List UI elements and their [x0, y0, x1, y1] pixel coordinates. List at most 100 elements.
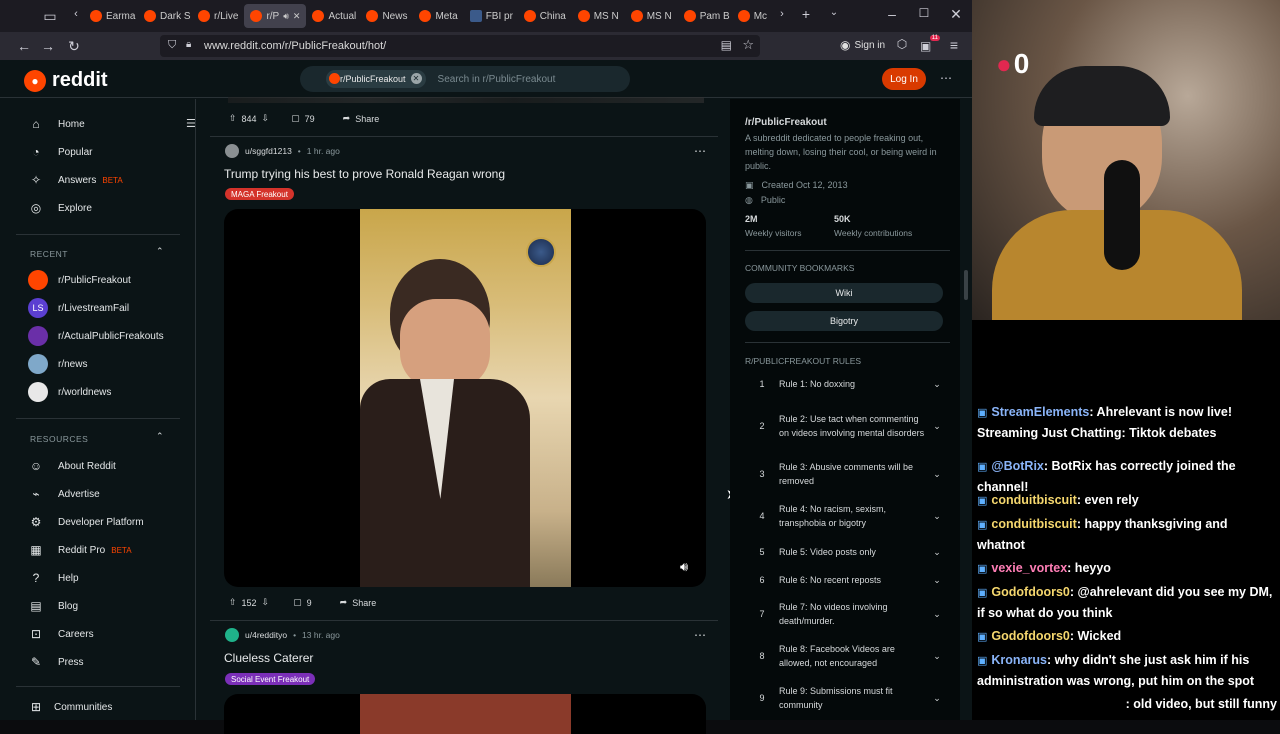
extension-badge-button[interactable]: ▣ 11 — [920, 35, 940, 53]
login-button[interactable]: Log In — [882, 68, 926, 90]
minimize-icon[interactable]: – — [882, 6, 902, 22]
chat-username[interactable]: @BotRix — [991, 459, 1043, 473]
rule-item[interactable]: 2 Rule 2: Use tact when commenting on vid… — [745, 404, 945, 448]
post2-overflow-icon[interactable]: ⋯ — [694, 628, 706, 642]
tab-scroll-left-icon[interactable]: ‹ — [66, 8, 86, 20]
maximize-icon[interactable]: ☐ — [914, 6, 934, 20]
browser-tab[interactable]: Meta — [413, 4, 463, 28]
tab-list-icon[interactable]: ▭ — [40, 8, 60, 25]
reader-view-icon[interactable]: ▤ — [721, 38, 732, 52]
resources-header[interactable]: RESOURCES — [30, 434, 88, 444]
reload-icon[interactable]: ↻ — [64, 38, 84, 55]
sidebar-item-answers[interactable]: ✧ Answers BETA — [28, 170, 123, 190]
browser-tab[interactable]: Mc — [732, 4, 773, 28]
sidebar-item-home[interactable]: ⌂ Home — [28, 114, 84, 134]
post1-flair[interactable]: MAGA Freakout — [225, 188, 294, 200]
reddit-logo[interactable]: ● reddit — [24, 69, 108, 92]
resource-link[interactable]: ⌁ Advertise — [28, 484, 99, 504]
chevron-down-icon[interactable]: ⌄ — [929, 609, 945, 620]
post1-title[interactable]: Trump trying his best to prove Ronald Re… — [224, 167, 505, 181]
post1-overflow-icon[interactable]: ⋯ — [694, 144, 706, 158]
recent-community[interactable]: r/worldnews — [28, 382, 111, 402]
browser-tab[interactable]: China — [518, 4, 572, 28]
extensions-icon[interactable]: ⬡ — [892, 37, 912, 51]
recent-collapse-icon[interactable]: ⌃ — [156, 246, 164, 257]
upvote-icon[interactable]: ⇧ — [229, 113, 237, 124]
sidebar-item-popular[interactable]: ◔ Popular — [28, 142, 92, 162]
app-menu-icon[interactable]: ≡ — [944, 37, 964, 53]
rule-item[interactable]: 8 Rule 8: Facebook Videos are allowed, no… — [745, 642, 945, 670]
chat-username[interactable]: conduitbiscuit — [991, 493, 1076, 507]
post1-share-button[interactable]: ➦ Share — [340, 597, 377, 608]
post2-username[interactable]: u/4reddityo — [245, 630, 287, 640]
rule-item[interactable]: 4 Rule 4: No racism, sexism, transphobia … — [745, 502, 945, 530]
browser-tab[interactable]: r/P 🔊︎ ✕ — [244, 4, 307, 28]
post2-media[interactable] — [224, 694, 706, 734]
chat-username[interactable]: Godofdoors0 — [991, 629, 1069, 643]
chat-username[interactable]: StreamElements — [991, 405, 1089, 419]
rule-item[interactable]: 7 Rule 7: No videos involving death/murde… — [745, 600, 945, 628]
downvote-icon[interactable]: ⇩ — [262, 597, 270, 608]
tab-menu-icon[interactable]: ⌄ — [824, 7, 844, 18]
tab-scroll-right-icon[interactable]: › — [772, 8, 792, 20]
sign-in-button[interactable]: ◉ Sign in — [840, 38, 885, 52]
rule-item[interactable]: 1 Rule 1: No doxxing ⌄ — [745, 376, 945, 392]
downvote-icon[interactable]: ⇩ — [262, 113, 270, 124]
chat-username[interactable]: vexie_vortex — [991, 561, 1067, 575]
forward-icon[interactable]: → — [38, 38, 58, 54]
recent-community[interactable]: r/ActualPublicFreakouts — [28, 326, 164, 346]
new-tab-icon[interactable]: + — [796, 6, 816, 22]
post1-video-player[interactable]: 🔊︎ — [224, 209, 706, 587]
resource-link[interactable]: ⊡ Careers — [28, 624, 94, 644]
recent-community[interactable]: LS r/LivestreamFail — [28, 298, 129, 318]
chat-username[interactable]: Godofdoors0 — [991, 585, 1069, 599]
browser-tab[interactable]: News — [360, 4, 413, 28]
post1-username[interactable]: u/sggfd1213 — [245, 146, 292, 156]
url-bar[interactable]: ⛉ 🔒︎ www.reddit.com/r/PublicFreakout/hot… — [160, 35, 760, 57]
user-avatar[interactable] — [225, 144, 239, 158]
chevron-down-icon[interactable]: ⌄ — [929, 511, 945, 522]
resource-link[interactable]: ▦ Reddit Pro BETA — [28, 540, 131, 560]
chevron-down-icon[interactable]: ⌄ — [929, 547, 945, 558]
communities-link[interactable]: ⊞ Communities — [28, 697, 112, 717]
post2-flair[interactable]: Social Event Freakout — [225, 673, 316, 685]
resource-link[interactable]: ☺ About Reddit — [28, 456, 116, 476]
chevron-down-icon[interactable]: ⌄ — [929, 651, 945, 662]
chevron-down-icon[interactable]: ⌄ — [929, 575, 945, 586]
browser-tab[interactable]: FBI pr — [464, 4, 518, 28]
browser-tab[interactable]: r/Live — [192, 4, 244, 28]
chevron-down-icon[interactable]: ⌄ — [929, 469, 945, 480]
post1-comments-button[interactable]: ▢ 9 — [293, 597, 312, 608]
resource-link[interactable]: ? Help — [28, 568, 79, 588]
recent-community[interactable]: r/PublicFreakout — [28, 270, 131, 290]
browser-tab[interactable]: Dark S — [138, 4, 192, 28]
search-bar[interactable]: r/PublicFreakout ✕ Search in r/PublicFre… — [300, 66, 630, 92]
resource-link[interactable]: ▤ Blog — [28, 596, 78, 616]
chat-username[interactable]: Kronarus — [991, 653, 1047, 667]
prev-share-button[interactable]: ➦ Share — [343, 113, 380, 124]
more-options-icon[interactable]: ⋯ — [936, 71, 956, 85]
chevron-down-icon[interactable]: ⌄ — [929, 693, 945, 704]
sidebar-item-explore[interactable]: ◎ Explore — [28, 198, 92, 218]
back-icon[interactable]: ← — [14, 38, 34, 54]
resources-collapse-icon[interactable]: ⌃ — [156, 431, 164, 442]
chevron-down-icon[interactable]: ⌄ — [929, 379, 945, 390]
bookmark-bigotry[interactable]: Bigotry — [745, 311, 943, 331]
browser-tab[interactable]: Actual — [306, 4, 360, 28]
rule-item[interactable]: 6 Rule 6: No recent reposts ⌄ — [745, 572, 945, 588]
rule-item[interactable]: 5 Rule 5: Video posts only ⌄ — [745, 544, 945, 560]
recent-community[interactable]: r/news — [28, 354, 87, 374]
close-window-icon[interactable]: ✕ — [946, 6, 966, 23]
browser-tab[interactable]: Pam B — [678, 4, 732, 28]
rule-item[interactable]: 3 Rule 3: Abusive comments will be remove… — [745, 460, 945, 488]
lock-icon[interactable]: 🔒︎ — [186, 39, 191, 50]
shield-icon[interactable]: ⛉ — [168, 39, 176, 52]
resource-link[interactable]: ⚙ Developer Platform — [28, 512, 144, 532]
search-community-chip[interactable]: r/PublicFreakout ✕ — [326, 70, 426, 88]
upvote-icon[interactable]: ⇧ — [229, 597, 237, 608]
browser-tab[interactable]: MS N — [572, 4, 625, 28]
page-scrollbar[interactable] — [964, 270, 968, 300]
recent-header[interactable]: RECENT — [30, 249, 68, 259]
bookmark-star-icon[interactable]: ☆ — [742, 37, 754, 53]
tab-audio-icon[interactable]: 🔊︎ — [283, 11, 289, 22]
